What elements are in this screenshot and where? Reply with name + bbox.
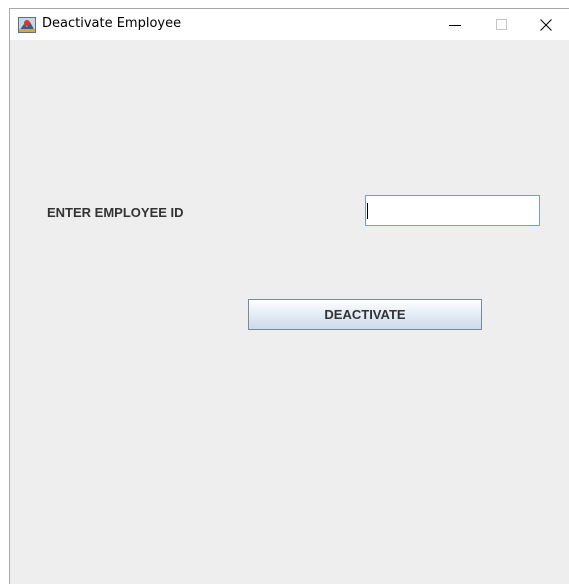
minimize-button[interactable] [432, 9, 478, 40]
maximize-icon [495, 19, 507, 30]
employee-id-input[interactable] [365, 195, 540, 226]
content-panel: ENTER EMPLOYEE ID DEACTIVATE [10, 40, 569, 585]
close-icon [540, 18, 552, 31]
deactivate-button[interactable]: DEACTIVATE [248, 299, 482, 330]
text-caret [367, 203, 368, 219]
maximize-button[interactable] [478, 9, 524, 40]
window-title: Deactivate Employee [42, 16, 182, 31]
java-app-icon [18, 17, 36, 33]
app-window: Deactivate Employee ENTER EMPLOYEE ID DE… [9, 8, 569, 584]
title-bar[interactable]: Deactivate Employee [10, 9, 569, 40]
close-button[interactable] [523, 9, 569, 40]
employee-id-label: ENTER EMPLOYEE ID [47, 205, 184, 220]
minimize-icon [449, 24, 461, 26]
